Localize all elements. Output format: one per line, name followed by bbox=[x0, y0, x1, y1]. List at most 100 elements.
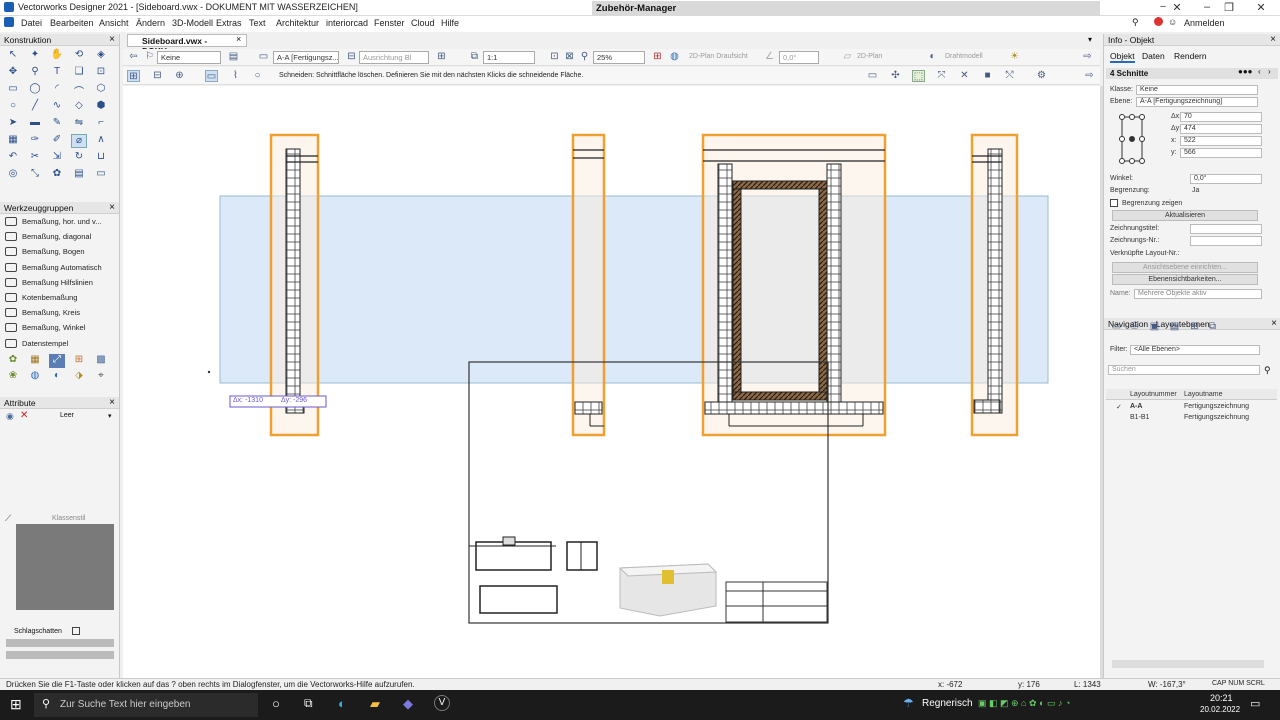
cortana-icon[interactable]: ○ bbox=[272, 696, 280, 711]
menu-cloud[interactable]: Cloud bbox=[411, 18, 435, 28]
symbols-icon[interactable]: ⧉ bbox=[1206, 321, 1219, 333]
toolset-item[interactable]: Bemaßung, Winkel bbox=[0, 320, 119, 335]
class-select[interactable]: Keine bbox=[157, 51, 221, 64]
toolset-item[interactable]: Bemaßung, diagonal bbox=[0, 229, 119, 244]
menu-ansicht[interactable]: Ansicht bbox=[99, 18, 129, 28]
tab-menu-icon[interactable]: ▾ bbox=[1088, 35, 1092, 44]
nav-prev-icon[interactable]: ‹ bbox=[1258, 67, 1261, 76]
callout-icon[interactable]: ❏ bbox=[71, 66, 87, 80]
zoom-icon[interactable]: ⚲ bbox=[27, 66, 43, 80]
dimension-set-icon[interactable]: ⤢ bbox=[49, 353, 65, 368]
toolset-item[interactable]: Bemaßung Hilfslinien bbox=[0, 275, 119, 290]
oval-tool-icon[interactable]: ◯ bbox=[27, 83, 43, 97]
nav-next-icon[interactable]: › bbox=[1268, 67, 1271, 76]
shape-icon[interactable]: ◇ bbox=[71, 100, 87, 114]
col-layout-name[interactable]: Layoutname bbox=[1184, 391, 1223, 398]
menu-extras[interactable]: Extras bbox=[216, 18, 242, 28]
menu-architektur[interactable]: Architektur bbox=[276, 18, 319, 28]
zoom-fit-icon[interactable]: ⊡ bbox=[548, 51, 561, 63]
text-tool-icon[interactable]: T bbox=[49, 66, 65, 80]
mode-a-icon[interactable]: ⊞ bbox=[127, 70, 140, 82]
window-close-button[interactable]: ✕ bbox=[1250, 1, 1272, 15]
back-icon[interactable]: ⇦ bbox=[127, 51, 140, 63]
col-layout-number[interactable]: Layoutnummer bbox=[1130, 391, 1177, 398]
light-icon[interactable]: ◐ bbox=[49, 370, 65, 384]
snap-edge-icon[interactable]: ⤲ bbox=[1003, 70, 1016, 82]
section-4[interactable] bbox=[970, 133, 1019, 437]
snap-intersection-icon[interactable]: ✕ bbox=[958, 70, 971, 82]
bezier-tool-icon[interactable]: ↶ bbox=[5, 151, 21, 165]
close-icon[interactable]: × bbox=[1270, 34, 1276, 45]
chevron-down-icon[interactable]: ▾ bbox=[108, 412, 112, 420]
wall-tool-icon[interactable]: ▬ bbox=[27, 117, 43, 131]
toolset-item[interactable]: Bemaßung Automatisch bbox=[0, 260, 119, 275]
menu-hilfe[interactable]: Hilfe bbox=[441, 18, 459, 28]
window-minimize-button[interactable]: – bbox=[1196, 1, 1218, 15]
visibility-button[interactable]: Ebenensichtbarkeiten... bbox=[1112, 274, 1258, 285]
filter-select[interactable]: <Alle Ebenen> bbox=[1130, 345, 1260, 355]
resize-tool-icon[interactable]: ⤡ bbox=[27, 168, 43, 182]
notification-icon[interactable] bbox=[1154, 17, 1163, 26]
sheet-layers-icon[interactable]: ▣ bbox=[1148, 321, 1161, 333]
vectorworks-icon[interactable]: V bbox=[434, 695, 450, 711]
light-source-icon[interactable]: ☀ bbox=[1008, 51, 1021, 63]
render-select[interactable]: Drahtmodell bbox=[945, 53, 983, 60]
join-tool-icon[interactable]: ⊔ bbox=[93, 151, 109, 165]
close-accessory-icon[interactable]: ✕ bbox=[1166, 1, 1188, 15]
menu-interiorcad[interactable]: interiorcad bbox=[326, 18, 368, 28]
paint-tool-icon[interactable]: ✿ bbox=[49, 168, 65, 182]
drawing-no-field[interactable] bbox=[1190, 236, 1262, 246]
plan-select[interactable]: 2D-Plan bbox=[857, 53, 882, 60]
pen-tool-icon[interactable]: ✎ bbox=[49, 117, 65, 131]
peak-tool-icon[interactable]: ∧ bbox=[93, 134, 109, 148]
toolset-item[interactable]: Kotenbemaßung bbox=[0, 290, 119, 305]
shadow-slider-2[interactable] bbox=[6, 651, 114, 659]
view-toggle-icon[interactable]: ⊞ bbox=[651, 51, 664, 63]
polyline-tool-icon[interactable]: ⌒ bbox=[71, 83, 87, 98]
landscape-icon[interactable]: ❀ bbox=[5, 370, 21, 384]
orientation-select[interactable]: Ausrichtung Bl bbox=[359, 51, 429, 64]
bound-value[interactable]: Ja bbox=[1192, 187, 1199, 194]
furniture-icon[interactable]: ⊞ bbox=[71, 354, 87, 368]
annotation-icon[interactable]: ⬗ bbox=[71, 370, 87, 384]
toolset-item[interactable]: Datenstempel bbox=[0, 336, 119, 351]
dy-field[interactable]: 474 bbox=[1180, 124, 1262, 134]
x-field[interactable]: 522 bbox=[1180, 136, 1262, 146]
close-icon[interactable]: × bbox=[1271, 318, 1277, 329]
selection-tool-icon[interactable]: ↖ bbox=[5, 49, 21, 63]
window-maximize-button[interactable]: ❐ bbox=[1218, 1, 1240, 15]
plan-view-icon[interactable]: ◍ bbox=[668, 51, 681, 63]
drawing-canvas[interactable]: Δx: -1310 Δy: -296 bbox=[123, 86, 1100, 678]
class-field[interactable]: Keine bbox=[1136, 85, 1258, 95]
references-icon[interactable]: ⊞ bbox=[1188, 321, 1201, 333]
snap-grid-icon[interactable]: ▭ bbox=[866, 70, 879, 82]
toolset-item[interactable]: Bemaßung, Bogen bbox=[0, 244, 119, 259]
circle-mode-icon[interactable]: ○ bbox=[251, 70, 264, 82]
tab-rendern[interactable]: Rendern bbox=[1174, 51, 1207, 61]
drawing-title-field[interactable] bbox=[1190, 224, 1262, 234]
freehand-icon[interactable]: ∿ bbox=[49, 100, 65, 114]
zoom-field[interactable]: 25% bbox=[593, 51, 645, 64]
angle-field[interactable]: 0,0° bbox=[1190, 174, 1262, 184]
magic-wand-icon[interactable]: ✦ bbox=[27, 49, 43, 63]
document-tab[interactable]: Sideboard.vwx - DOKU... bbox=[127, 34, 247, 56]
settings-button[interactable]: Ansichtsebene einrichten... bbox=[1112, 262, 1258, 273]
section-1[interactable] bbox=[269, 133, 320, 437]
zoom-selection-icon[interactable]: ⊠ bbox=[563, 51, 576, 63]
trim-tool-icon[interactable]: ✂ bbox=[27, 151, 43, 165]
mirror-tool-icon[interactable]: ⇋ bbox=[71, 117, 87, 131]
rectangle-tool-icon[interactable]: ▭ bbox=[5, 83, 21, 97]
pan-hand-icon[interactable]: ✋ bbox=[49, 49, 65, 63]
accessory-manager-title[interactable]: Zubehör-Manager bbox=[592, 1, 1100, 16]
teams-icon[interactable]: ◆ bbox=[403, 696, 413, 712]
solid-icon[interactable]: ⬢ bbox=[93, 100, 109, 114]
name-field[interactable]: Mehrere Objekte aktiv bbox=[1134, 289, 1262, 299]
help-icon[interactable]: ⇨ bbox=[1083, 70, 1096, 82]
detail-icon[interactable]: ⌖ bbox=[93, 370, 109, 384]
y-field[interactable]: 566 bbox=[1180, 148, 1262, 158]
more-options-icon[interactable]: ⇨ bbox=[1081, 51, 1094, 63]
settings-gear-icon[interactable]: ⚙ bbox=[1035, 70, 1048, 82]
standard-views-icon[interactable]: ⊞ bbox=[435, 51, 448, 63]
fill-value[interactable]: Leer bbox=[60, 412, 74, 419]
table-row[interactable]: ✓ A-A Fertigungszeichnung bbox=[1106, 401, 1277, 412]
